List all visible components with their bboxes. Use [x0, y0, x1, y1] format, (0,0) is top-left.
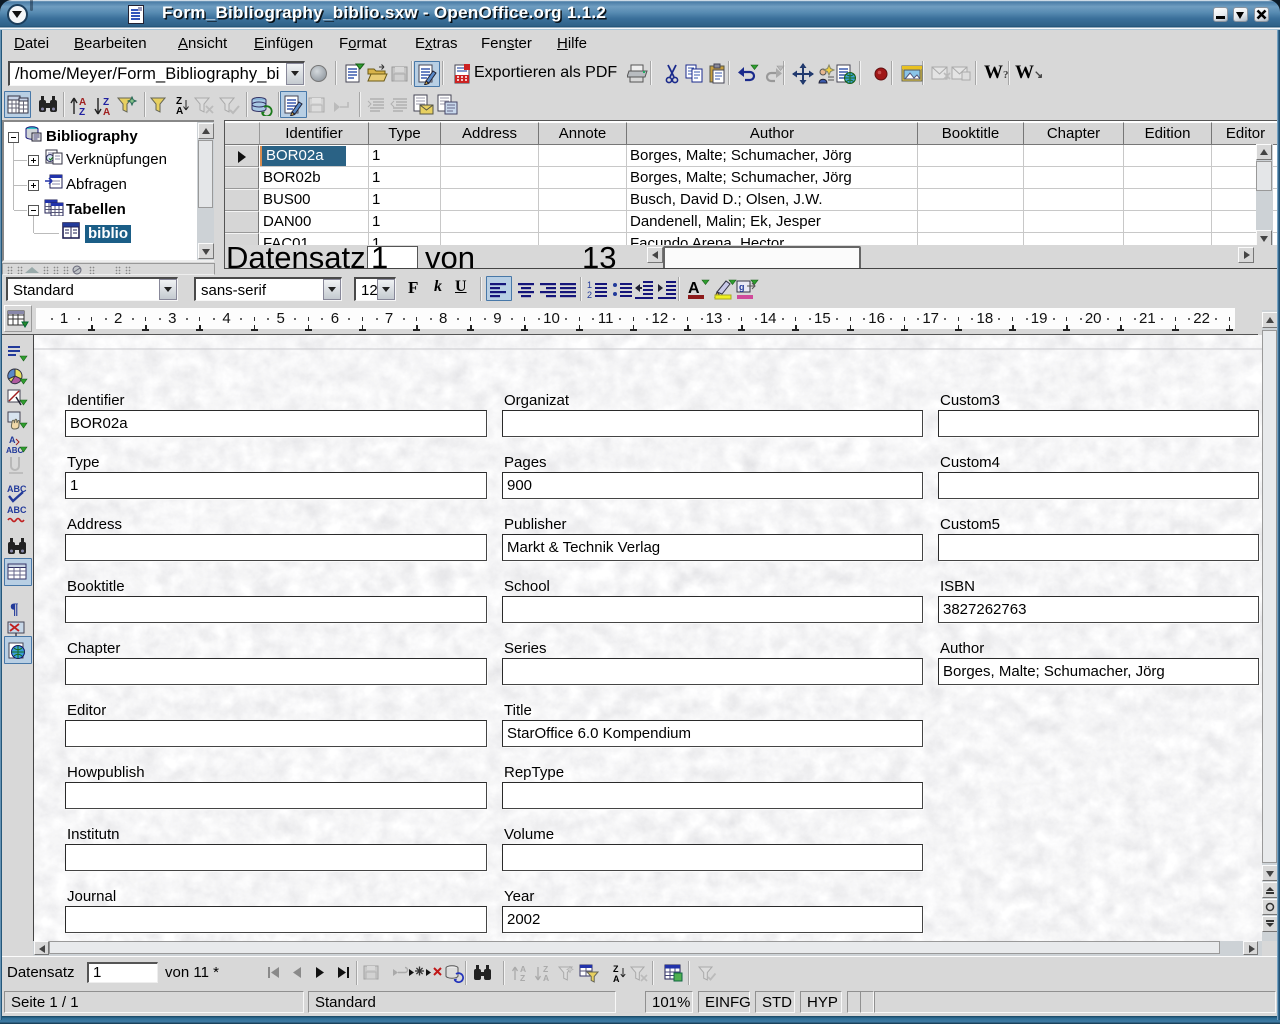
svg-text:1: 1 [587, 280, 592, 290]
svg-text:A: A [613, 974, 620, 983]
svg-text:A: A [103, 107, 110, 116]
svg-text:ABC: ABC [7, 484, 27, 494]
svg-text:¶: ¶ [10, 601, 19, 618]
svg-text:Z: Z [613, 964, 619, 974]
svg-text:A: A [543, 973, 549, 983]
svg-text:Z: Z [79, 107, 85, 116]
svg-text:A: A [9, 435, 16, 445]
svg-text:2: 2 [587, 290, 592, 299]
svg-text:Z: Z [520, 973, 525, 983]
svg-text:A: A [688, 280, 700, 297]
svg-text:g: g [739, 282, 745, 292]
svg-text:A: A [176, 106, 183, 116]
svg-text:ABC: ABC [7, 505, 27, 515]
